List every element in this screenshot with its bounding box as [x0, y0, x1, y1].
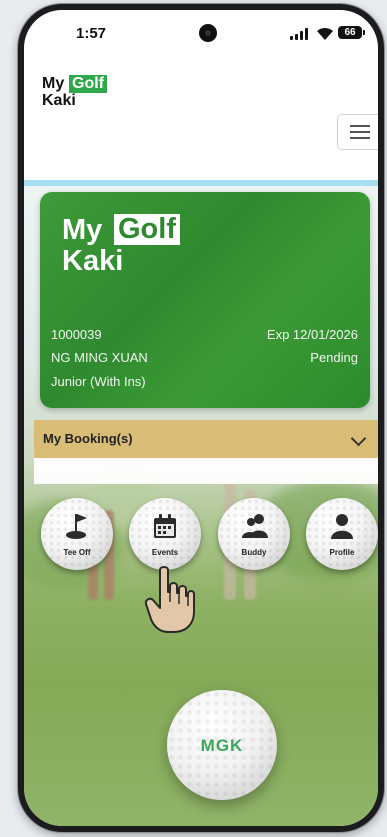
buddy-button[interactable]: Buddy — [218, 498, 290, 570]
ball-logo-text: MGK — [200, 736, 244, 755]
golf-ball-decoration: MGK — [167, 690, 277, 800]
my-bookings-panel — [34, 458, 378, 484]
battery-icon: 66 — [338, 26, 365, 39]
tee-off-button[interactable]: Tee Off — [41, 498, 113, 570]
menu-icon-bar — [350, 131, 370, 133]
member-status: Pending — [310, 350, 358, 365]
menu-icon-bar — [350, 125, 370, 127]
logo-kaki: Kaki — [42, 92, 76, 109]
tee-off-label: Tee Off — [63, 548, 91, 557]
header-logo: My Golf Kaki — [42, 75, 132, 116]
logo-golf: Golf — [69, 75, 107, 93]
my-bookings-title: My Booking(s) — [43, 431, 133, 446]
events-button[interactable]: Events — [129, 498, 201, 570]
membership-type: Junior (With Ins) — [51, 374, 146, 389]
profile-label: Profile — [329, 548, 355, 557]
events-label: Events — [151, 548, 179, 557]
card-expiry: Exp 12/01/2026 — [266, 327, 358, 342]
person-icon — [331, 514, 353, 539]
status-time: 1:57 — [76, 25, 107, 42]
card-logo-kaki: Kaki — [62, 245, 124, 277]
chevron-down-icon — [350, 430, 367, 447]
profile-button[interactable]: Profile — [306, 498, 378, 570]
member-id: 1000039 — [51, 327, 102, 342]
buddy-label: Buddy — [241, 548, 267, 557]
member-name: NG MING XUAN — [51, 350, 148, 365]
my-bookings-accordion[interactable]: My Booking(s) — [34, 420, 378, 458]
users-icon — [242, 514, 268, 538]
signal-icon — [290, 28, 310, 40]
card-logo-golf: Golf — [114, 214, 180, 245]
hamburger-menu-button[interactable] — [337, 114, 378, 150]
golf-flag-icon — [66, 514, 87, 539]
wifi-icon — [317, 27, 333, 40]
logo-my: My — [42, 75, 65, 92]
camera-icon — [199, 24, 217, 42]
membership-card[interactable]: My Golf Kaki 1000039 Exp 12/01/2026 NG M… — [40, 192, 370, 408]
scene-top-border — [24, 180, 378, 186]
status-bar: 1:57 66 — [24, 10, 378, 60]
menu-icon-bar — [350, 137, 370, 139]
card-logo-my: My — [62, 214, 103, 246]
calendar-icon — [154, 514, 176, 538]
app-screen: 1:57 66 My Golf Kaki My Golf Kaki 100003… — [24, 10, 378, 826]
pointing-hand-icon — [144, 566, 195, 633]
